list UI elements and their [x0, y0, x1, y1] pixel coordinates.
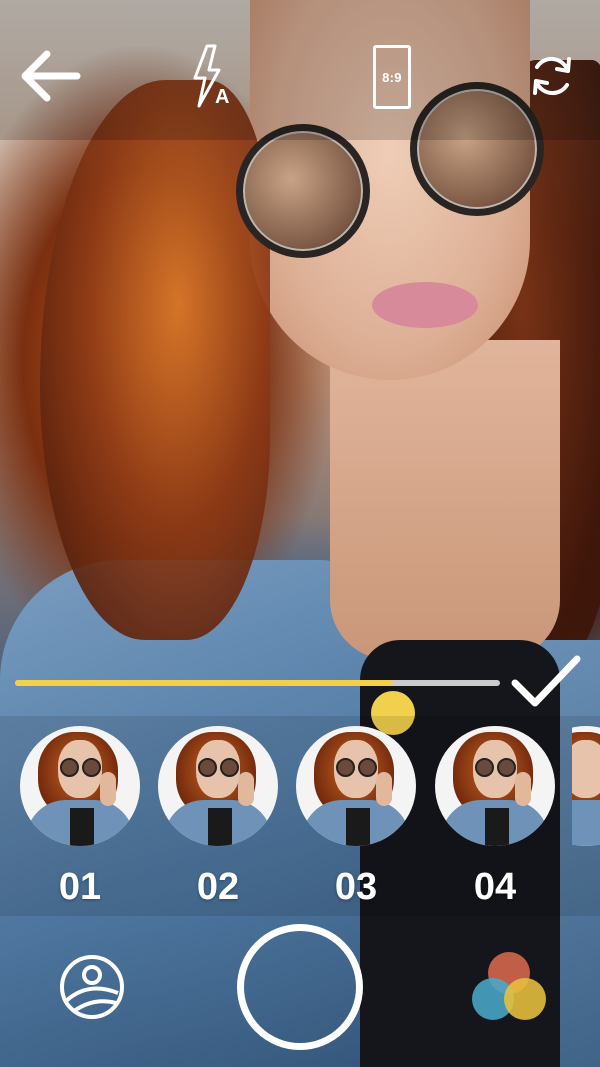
- filter-item-1[interactable]: 01: [18, 726, 142, 906]
- filter-item-partial[interactable]: [572, 726, 600, 846]
- flash-button[interactable]: A: [180, 40, 240, 114]
- shutter-button[interactable]: [237, 924, 363, 1050]
- filter-label: 01: [58, 866, 102, 908]
- filter-label: 04: [473, 866, 517, 908]
- back-button[interactable]: [14, 46, 86, 110]
- adjustment-slider-row: [0, 650, 600, 735]
- color-effects-button[interactable]: [470, 950, 548, 1024]
- filter-thumbnail: [158, 726, 278, 846]
- filter-label: 03: [334, 866, 378, 908]
- filter-item-2[interactable]: 02: [156, 726, 280, 906]
- filter-thumbnail: [435, 726, 555, 846]
- intensity-slider[interactable]: [15, 680, 500, 735]
- confirm-button[interactable]: [506, 650, 586, 716]
- switch-camera-button[interactable]: [520, 46, 584, 110]
- filter-thumbnail: [296, 726, 416, 846]
- aspect-ratio-label: 8:9: [382, 69, 402, 85]
- arrow-left-icon: [19, 50, 81, 107]
- filter-thumbnail: [20, 726, 140, 846]
- filter-label: 02: [196, 866, 240, 908]
- camera-switch-icon: [527, 51, 577, 106]
- top-toolbar: A 8:9: [0, 0, 600, 140]
- flash-mode-letter: A: [215, 86, 230, 108]
- filter-thumbnail: [572, 726, 600, 846]
- gallery-icon: [58, 953, 126, 1026]
- slider-fill: [15, 680, 394, 686]
- checkmark-icon: [509, 653, 583, 714]
- aspect-ratio-button[interactable]: 8:9: [362, 40, 422, 114]
- palette-dot: [504, 978, 546, 1020]
- filter-item-4[interactable]: 04: [433, 726, 557, 906]
- aspect-ratio-icon: 8:9: [373, 45, 411, 109]
- filter-item-3[interactable]: 03: [294, 726, 418, 906]
- color-palette-icon: [470, 950, 548, 1024]
- filter-strip: 01 02 03 04: [0, 716, 600, 916]
- flash-auto-icon: A: [185, 42, 235, 112]
- gallery-button[interactable]: [58, 953, 126, 1026]
